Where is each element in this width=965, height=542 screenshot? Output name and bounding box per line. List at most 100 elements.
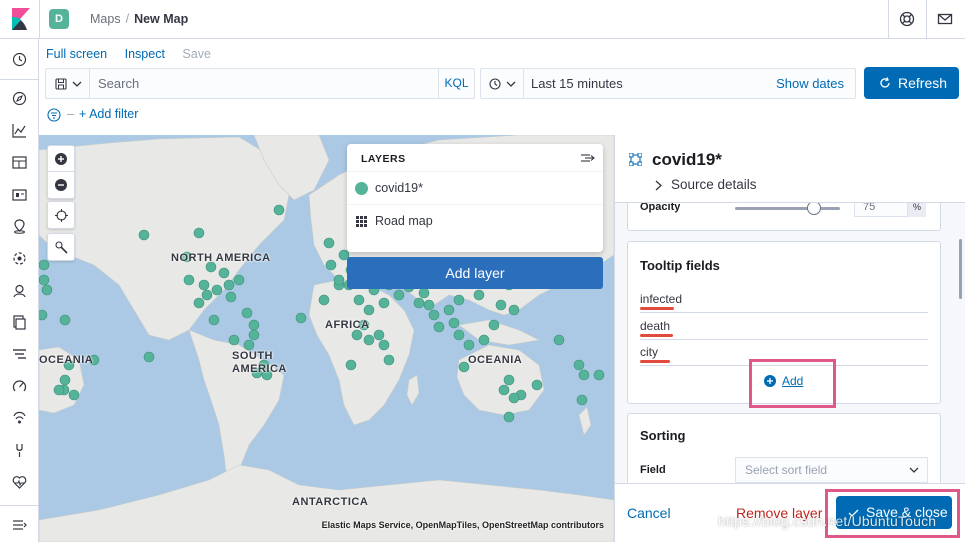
covid-point[interactable] — [363, 304, 375, 316]
covid-point[interactable] — [318, 294, 330, 306]
covid-point[interactable] — [573, 359, 585, 371]
panel-scrollbar[interactable] — [959, 239, 962, 299]
covid-point[interactable] — [428, 309, 440, 321]
dashboard-icon[interactable] — [12, 155, 27, 170]
refresh-button[interactable]: Refresh — [864, 67, 959, 99]
collapse-nav-icon[interactable] — [12, 517, 27, 532]
dev-tools-icon[interactable] — [12, 443, 27, 458]
covid-point[interactable] — [225, 291, 237, 303]
covid-point[interactable] — [39, 259, 50, 271]
covid-point[interactable] — [193, 227, 205, 239]
covid-point[interactable] — [193, 297, 205, 309]
covid-point[interactable] — [508, 392, 520, 404]
help-icon[interactable] — [899, 11, 915, 27]
covid-point[interactable] — [243, 339, 255, 351]
covid-point[interactable] — [218, 267, 230, 279]
covid-point[interactable] — [345, 359, 357, 371]
covid-point[interactable] — [353, 294, 365, 306]
quick-select-button[interactable] — [481, 69, 524, 98]
maps-icon[interactable] — [12, 219, 27, 234]
covid-point[interactable] — [241, 307, 253, 319]
covid-point[interactable] — [59, 314, 71, 326]
covid-point[interactable] — [295, 312, 307, 324]
covid-point[interactable] — [578, 369, 590, 381]
covid-point[interactable] — [273, 204, 285, 216]
tooltip-field-row[interactable]: infected — [640, 286, 928, 313]
sort-field-select[interactable]: Select sort field — [735, 457, 928, 483]
covid-point[interactable] — [593, 369, 605, 381]
siem-icon[interactable] — [12, 411, 27, 426]
logs-icon[interactable] — [12, 315, 27, 330]
cancel-button[interactable]: Cancel — [627, 505, 671, 521]
map-attribution[interactable]: Elastic Maps Service, OpenMapTiles, Open… — [322, 520, 604, 530]
search-input[interactable]: Search — [98, 76, 139, 91]
full-screen-link[interactable]: Full screen — [46, 47, 107, 61]
covid-point[interactable] — [393, 289, 405, 301]
covid-point[interactable] — [495, 299, 507, 311]
covid-point[interactable] — [138, 229, 150, 241]
covid-point[interactable] — [351, 329, 363, 341]
covid-point[interactable] — [363, 334, 375, 346]
covid-point[interactable] — [248, 319, 260, 331]
breadcrumb-maps[interactable]: Maps — [90, 12, 121, 26]
zoom-in-button[interactable] — [48, 146, 74, 172]
covid-point[interactable] — [201, 289, 213, 301]
opacity-slider-thumb[interactable] — [806, 201, 821, 215]
layer-item-road-map[interactable]: Road map — [347, 204, 603, 237]
zoom-out-button[interactable] — [48, 172, 74, 198]
mail-icon[interactable] — [937, 11, 953, 27]
apm-icon[interactable] — [12, 347, 27, 362]
kibana-logo-icon[interactable] — [10, 8, 30, 30]
covid-point[interactable] — [443, 304, 455, 316]
covid-point[interactable] — [198, 279, 210, 291]
covid-point[interactable] — [53, 384, 65, 396]
covid-point[interactable] — [211, 284, 223, 296]
covid-point[interactable] — [503, 411, 515, 423]
covid-point[interactable] — [413, 297, 425, 309]
covid-point[interactable] — [41, 284, 53, 296]
covid-point[interactable] — [39, 274, 50, 286]
covid-point[interactable] — [453, 294, 465, 306]
chevron-right-icon[interactable] — [655, 180, 662, 191]
covid-point[interactable] — [433, 321, 445, 333]
covid-point[interactable] — [498, 384, 510, 396]
covid-point[interactable] — [531, 379, 543, 391]
inspect-link[interactable]: Inspect — [125, 47, 165, 61]
covid-point[interactable] — [473, 289, 485, 301]
covid-point[interactable] — [503, 374, 515, 386]
source-details-toggle[interactable]: Source details — [671, 177, 757, 192]
collapse-panel-icon[interactable] — [581, 152, 595, 164]
covid-point[interactable] — [478, 334, 490, 346]
covid-point[interactable] — [59, 374, 71, 386]
covid-point[interactable] — [423, 299, 435, 311]
clock-icon[interactable] — [12, 52, 27, 67]
covid-point[interactable] — [233, 274, 245, 286]
covid-point[interactable] — [383, 354, 395, 366]
query-language-toggle[interactable]: KQL — [438, 69, 474, 98]
set-view-control[interactable] — [47, 201, 75, 229]
draw-tools-control[interactable] — [47, 233, 75, 261]
canvas-icon[interactable] — [12, 187, 27, 202]
layer-item-covid19[interactable]: covid19* — [347, 171, 603, 204]
covid-point[interactable] — [248, 329, 260, 341]
covid-point[interactable] — [223, 279, 235, 291]
covid-point[interactable] — [373, 329, 385, 341]
opacity-input[interactable]: 75 — [854, 201, 908, 217]
covid-point[interactable] — [68, 389, 80, 401]
infrastructure-icon[interactable] — [12, 283, 27, 298]
covid-point[interactable] — [508, 304, 520, 316]
time-range-label[interactable]: Last 15 minutes — [531, 76, 623, 91]
covid-point[interactable] — [143, 351, 155, 363]
space-avatar[interactable]: D — [49, 9, 69, 29]
add-filter-link[interactable]: + Add filter — [79, 107, 138, 121]
covid-point[interactable] — [463, 339, 475, 351]
monitoring-icon[interactable] — [12, 475, 27, 490]
filter-icon[interactable] — [47, 108, 61, 122]
covid-point[interactable] — [553, 334, 565, 346]
covid-point[interactable] — [323, 237, 335, 249]
covid-point[interactable] — [576, 394, 588, 406]
covid-point[interactable] — [208, 314, 220, 326]
saved-query-button[interactable] — [46, 69, 90, 98]
covid-point[interactable] — [453, 329, 465, 341]
uptime-icon[interactable] — [12, 379, 27, 394]
